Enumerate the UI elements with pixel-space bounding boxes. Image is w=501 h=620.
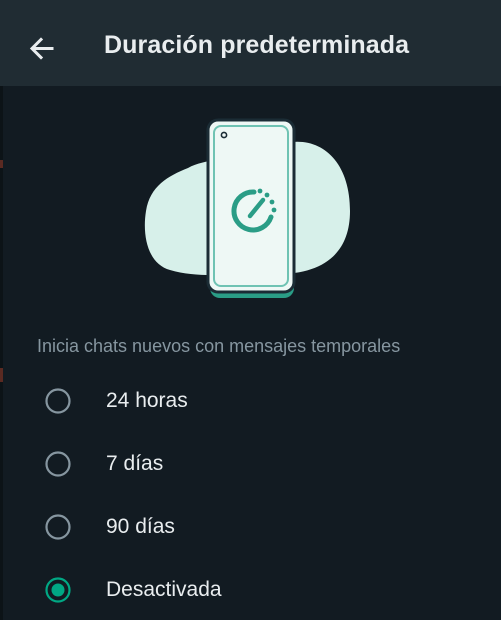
radio-unselected-icon[interactable] <box>45 451 71 477</box>
duration-option[interactable]: 7 días <box>0 433 501 495</box>
top-app-bar: Duración predeterminada <box>0 0 501 86</box>
edge-mark <box>0 160 3 168</box>
duration-option-label: 24 horas <box>106 389 188 412</box>
duration-option[interactable]: 90 días <box>0 496 501 558</box>
radio-unselected-icon[interactable] <box>45 514 71 540</box>
phone-timer-illustration <box>140 116 360 306</box>
duration-option-label: 90 días <box>106 515 175 538</box>
arrow-left-icon <box>29 37 54 60</box>
phone-timer-graphic <box>144 118 350 298</box>
page-title: Duración predeterminada <box>104 31 410 59</box>
back-button[interactable] <box>22 29 62 69</box>
duration-option[interactable]: 24 horas <box>0 370 501 432</box>
duration-option-label: 7 días <box>106 452 164 475</box>
section-label: Inicia chats nuevos con mensajes tempora… <box>37 336 401 356</box>
default-duration-screen: Duración predeterminada Inicia chats nue… <box>0 0 501 620</box>
duration-option-label: Desactivada <box>106 578 222 601</box>
radio-unselected-icon[interactable] <box>45 388 71 414</box>
duration-option[interactable]: Desactivada <box>0 559 501 620</box>
radio-selected-icon[interactable] <box>45 577 71 603</box>
